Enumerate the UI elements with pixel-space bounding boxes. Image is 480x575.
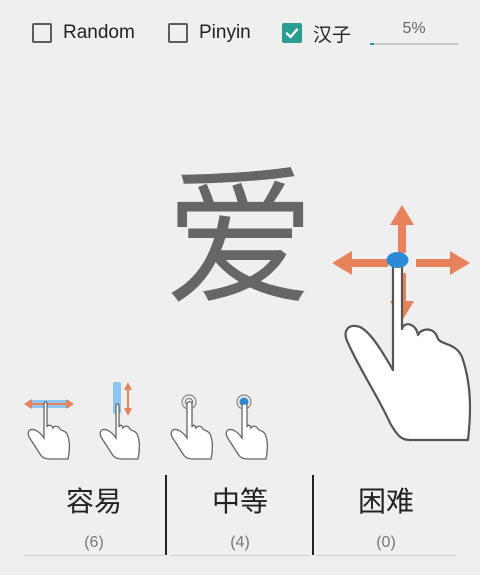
hard-button[interactable]: 困难 (0) bbox=[316, 470, 456, 560]
random-label: Random bbox=[63, 22, 135, 43]
progress-track bbox=[370, 43, 458, 45]
medium-count: (4) bbox=[230, 534, 250, 551]
easy-button[interactable]: 容易 (6) bbox=[24, 470, 164, 560]
swipe-all-directions-icon bbox=[332, 205, 472, 442]
gesture-legend bbox=[18, 380, 269, 460]
tap-icon bbox=[170, 394, 214, 460]
hanzi-checkbox[interactable]: 汉子 bbox=[282, 18, 351, 48]
random-checkbox[interactable]: Random bbox=[32, 18, 135, 48]
hard-label: 困难 bbox=[357, 485, 414, 518]
easy-label: 容易 bbox=[65, 485, 122, 518]
long-press-icon bbox=[225, 394, 269, 460]
hanzi-label: 汉子 bbox=[313, 24, 352, 46]
medium-button[interactable]: 中等 (4) bbox=[170, 470, 310, 560]
separator bbox=[312, 475, 314, 555]
options-bar: Random Pinyin 汉子 5% bbox=[0, 0, 480, 64]
hard-count: (0) bbox=[376, 534, 396, 551]
pinyin-label: Pinyin bbox=[199, 22, 251, 43]
current-character[interactable]: 爱 bbox=[140, 150, 340, 330]
swipe-vertical-icon bbox=[99, 382, 140, 460]
easy-count: (6) bbox=[84, 534, 104, 551]
hanzi-checkbox-box[interactable] bbox=[282, 23, 302, 43]
checkmark-icon bbox=[285, 28, 299, 39]
progress-fill bbox=[370, 43, 375, 45]
swipe-horizontal-icon bbox=[24, 399, 74, 460]
random-checkbox-box[interactable] bbox=[32, 23, 52, 43]
progress-label: 5% bbox=[402, 20, 426, 37]
progress-indicator: 5% bbox=[370, 18, 458, 48]
pinyin-checkbox-box[interactable] bbox=[168, 23, 188, 43]
separator bbox=[165, 475, 167, 555]
medium-label: 中等 bbox=[211, 485, 268, 518]
pinyin-checkbox[interactable]: Pinyin bbox=[168, 18, 251, 48]
difficulty-bar: 容易 (6) 中等 (4) 困难 (0) bbox=[0, 470, 480, 575]
